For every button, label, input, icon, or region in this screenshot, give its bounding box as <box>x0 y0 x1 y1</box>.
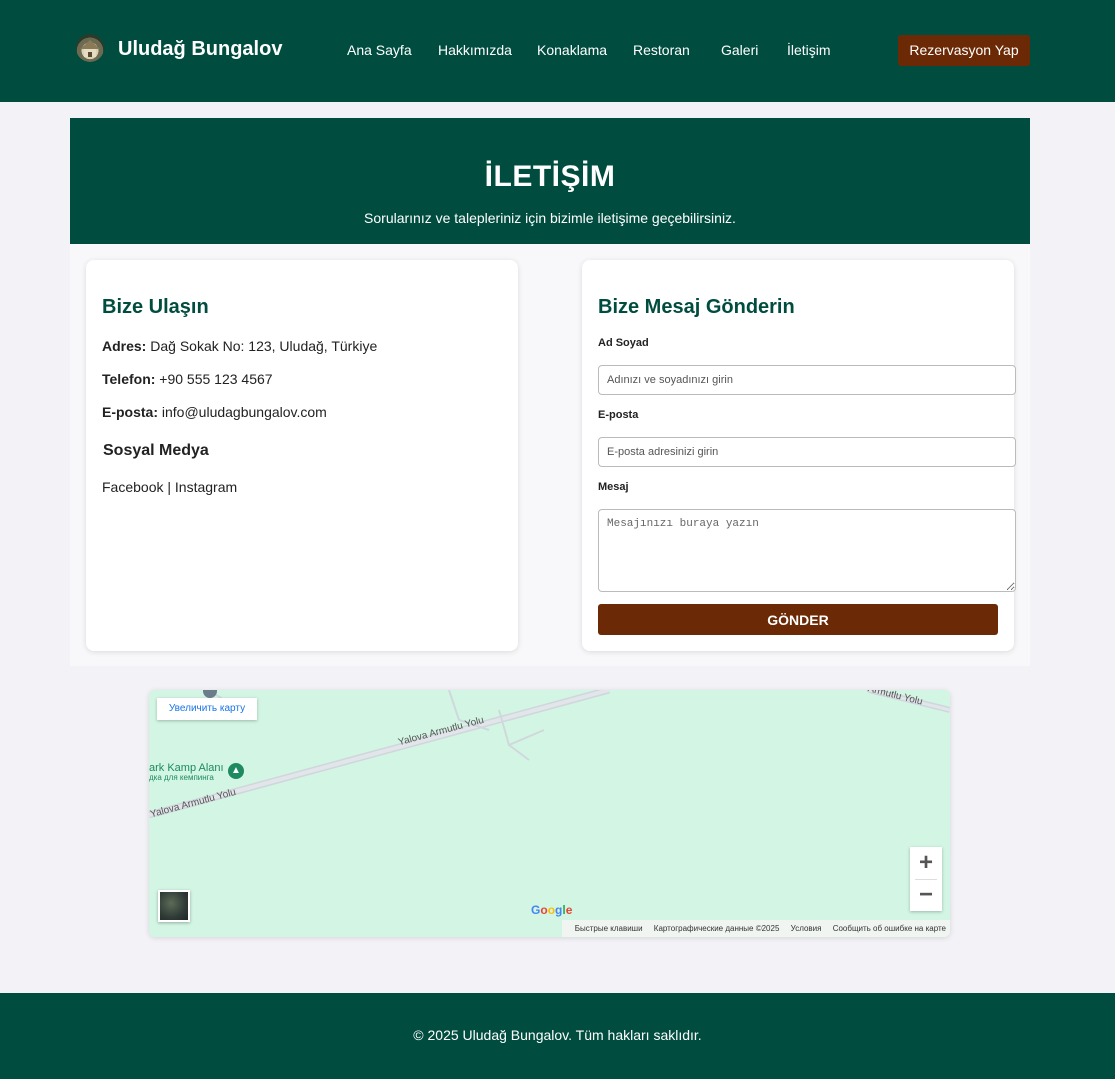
site-header: Uludağ Bungalov Ana Sayfa Hakkımızda Kon… <box>0 0 1115 102</box>
phone-label: Telefon: <box>102 371 156 387</box>
nav-item-restaurant[interactable]: Restoran <box>633 42 690 58</box>
phone-value: +90 555 123 4567 <box>159 371 273 387</box>
embedded-map[interactable]: Увеличить карту Yalova Armutlu Yolu Yalo… <box>149 690 950 937</box>
page-hero: İLETİŞİM Sorularınız ve talepleriniz içi… <box>70 118 1030 244</box>
map-attribution: Быстрые клавиши Картографические данные … <box>561 920 950 937</box>
map-data-text: Картографические данные ©2025 <box>653 924 780 933</box>
reservation-button[interactable]: Rezervasyon Yap <box>898 35 1030 66</box>
address-line: Adres: Dağ Sokak No: 123, Uludağ, Türkiy… <box>102 338 377 354</box>
site-footer: © 2025 Uludağ Bungalov. Tüm hakları sakl… <box>0 993 1115 1079</box>
social-media-title: Sosyal Medya <box>103 442 209 459</box>
map-zoom-control: + − <box>910 847 942 911</box>
email-input[interactable] <box>598 437 1016 467</box>
address-value: Dağ Sokak No: 123, Uludağ, Türkiye <box>150 338 378 354</box>
copyright-text: © 2025 Uludağ Bungalov. Tüm hakları sakl… <box>413 1027 702 1043</box>
email-label: E-posta: <box>102 404 158 420</box>
nav-item-contact[interactable]: İletişim <box>787 42 831 58</box>
name-label: Ad Soyad <box>598 337 649 349</box>
email-field-label: E-posta <box>598 409 639 421</box>
message-label: Mesaj <box>598 481 629 493</box>
name-input[interactable] <box>598 365 1016 395</box>
nav-item-home[interactable]: Ana Sayfa <box>347 42 412 58</box>
email-line: E-posta: info@uludagbungalov.com <box>102 404 327 420</box>
report-error-link[interactable]: Сообщить об ошибке на карте <box>833 924 946 933</box>
zoom-out-button[interactable]: − <box>910 879 942 911</box>
social-separator: | <box>167 479 172 495</box>
nav-item-about[interactable]: Hakkımızda <box>438 42 512 58</box>
instagram-link[interactable]: Instagram <box>175 479 237 495</box>
submit-button[interactable]: GÖNDER <box>598 604 998 635</box>
zoom-in-button[interactable]: + <box>910 847 942 879</box>
social-links: Facebook | Instagram <box>102 479 237 495</box>
satellite-layer-toggle[interactable] <box>158 890 190 922</box>
map-roads <box>149 690 950 819</box>
page-subtitle: Sorularınız ve talepleriniz için bizimle… <box>364 210 736 226</box>
campground-pin-icon[interactable]: ▲ <box>228 763 244 779</box>
page-title: İLETİŞİM <box>484 160 616 193</box>
contact-info-title: Bize Ulaşın <box>102 296 209 318</box>
nav-item-gallery[interactable]: Galeri <box>721 42 758 58</box>
enlarge-map-link[interactable]: Увеличить карту <box>157 698 257 720</box>
contact-form-card: Bize Mesaj Gönderin Ad Soyad E-posta Mes… <box>582 260 1016 651</box>
terms-link[interactable]: Условия <box>791 924 822 933</box>
nav-item-accommodation[interactable]: Konaklama <box>537 42 607 58</box>
keyboard-shortcuts-link[interactable]: Быстрые клавиши <box>575 924 643 933</box>
contact-info-card: Bize Ulaşın Adres: Dağ Sokak No: 123, Ul… <box>86 260 518 651</box>
facebook-link[interactable]: Facebook <box>102 479 163 495</box>
address-label: Adres: <box>102 338 147 354</box>
camp-place-sublabel: дка для кемпинга <box>149 773 214 782</box>
contact-form-title: Bize Mesaj Gönderin <box>598 296 795 318</box>
message-textarea[interactable] <box>598 509 1016 592</box>
email-value: info@uludagbungalov.com <box>161 404 327 420</box>
phone-line: Telefon: +90 555 123 4567 <box>102 371 273 387</box>
google-logo: Google <box>531 903 573 917</box>
